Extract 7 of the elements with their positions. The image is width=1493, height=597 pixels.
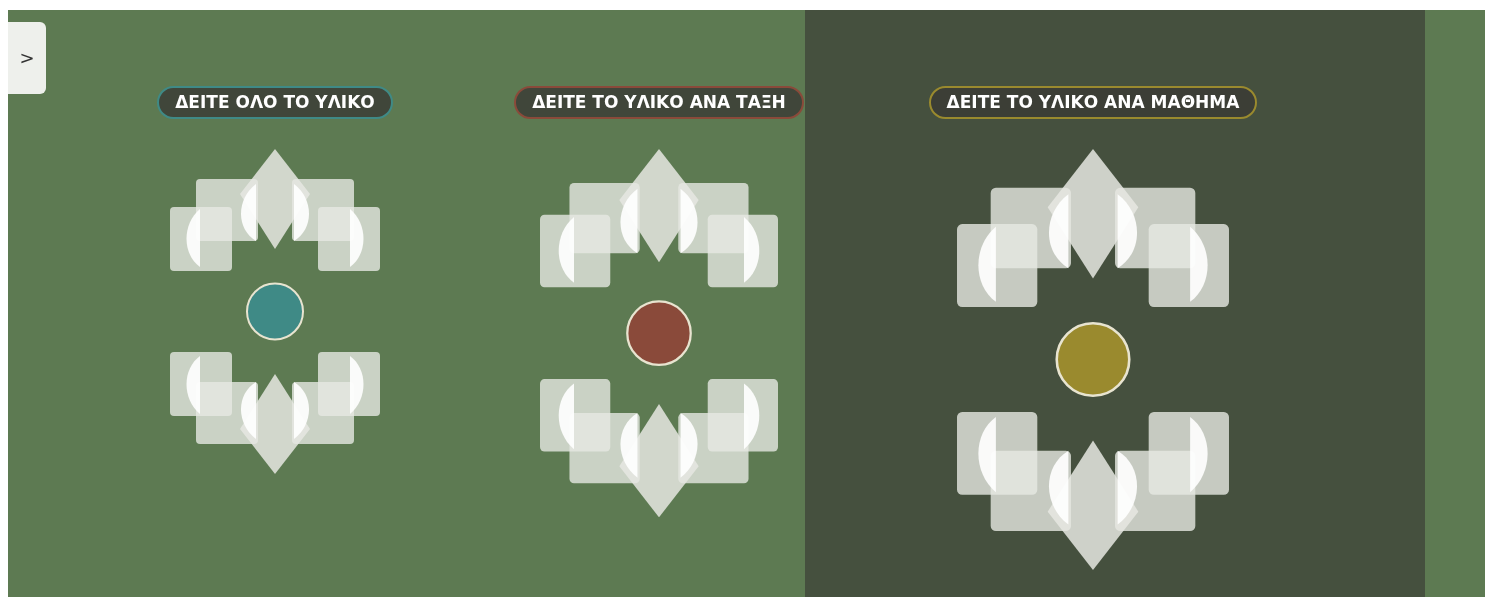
sidebar-toggle-button[interactable]: > — [8, 22, 46, 94]
center-dot[interactable] — [1055, 321, 1131, 398]
category-button[interactable]: ΔΕΙΤΕ ΤΟ ΥΛΙΚΟ ΑΝΑ ΤΑΞΗ — [514, 86, 804, 119]
category-button[interactable]: ΔΕΙΤΕ ΤΟ ΥΛΙΚΟ ΑΝΑ ΜΑΘΗΜΑ — [928, 86, 1258, 119]
center-dot[interactable] — [626, 300, 692, 367]
category-button[interactable]: ΔΕΙΤΕ ΟΛΟ ΤΟ ΥΛΙΚΟ — [157, 86, 393, 119]
center-dot[interactable] — [246, 282, 304, 341]
